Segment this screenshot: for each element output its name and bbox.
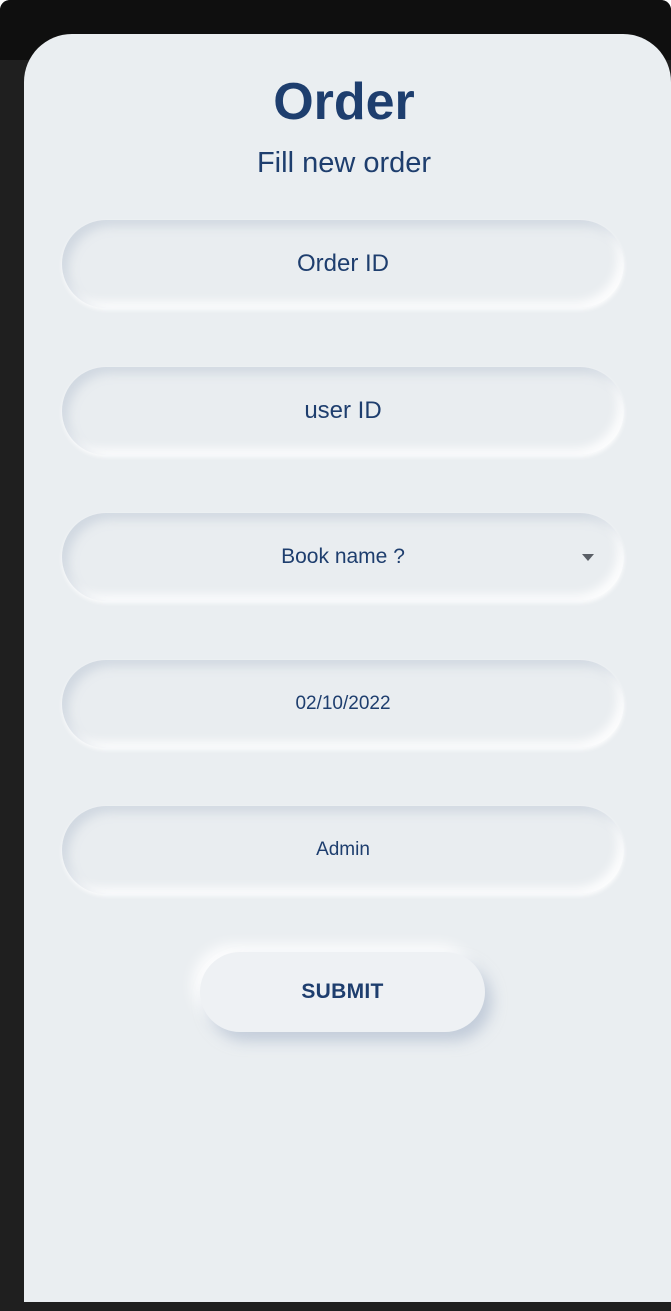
order-screen: Order Fill new order Order ID user ID Bo… — [24, 34, 671, 1302]
book-name-placeholder: Book name ? — [281, 545, 405, 568]
chevron-down-icon[interactable] — [582, 554, 594, 561]
submit-button[interactable]: SUBMIT — [200, 952, 485, 1032]
order-id-field[interactable]: Order ID — [62, 220, 624, 308]
page-title: Order — [273, 73, 415, 131]
device-frame: Order Fill new order Order ID user ID Bo… — [0, 0, 671, 1311]
date-value: 02/10/2022 — [295, 693, 391, 714]
page-subtitle: Fill new order — [256, 147, 432, 179]
user-id-field[interactable]: user ID — [62, 367, 624, 455]
order-id-placeholder: Order ID — [296, 250, 389, 277]
role-value: Admin — [316, 839, 370, 860]
user-id-placeholder: user ID — [304, 397, 382, 424]
book-name-dropdown[interactable]: Book name ? — [62, 513, 624, 601]
date-field[interactable]: 02/10/2022 — [62, 660, 624, 748]
role-field[interactable]: Admin — [62, 806, 624, 894]
